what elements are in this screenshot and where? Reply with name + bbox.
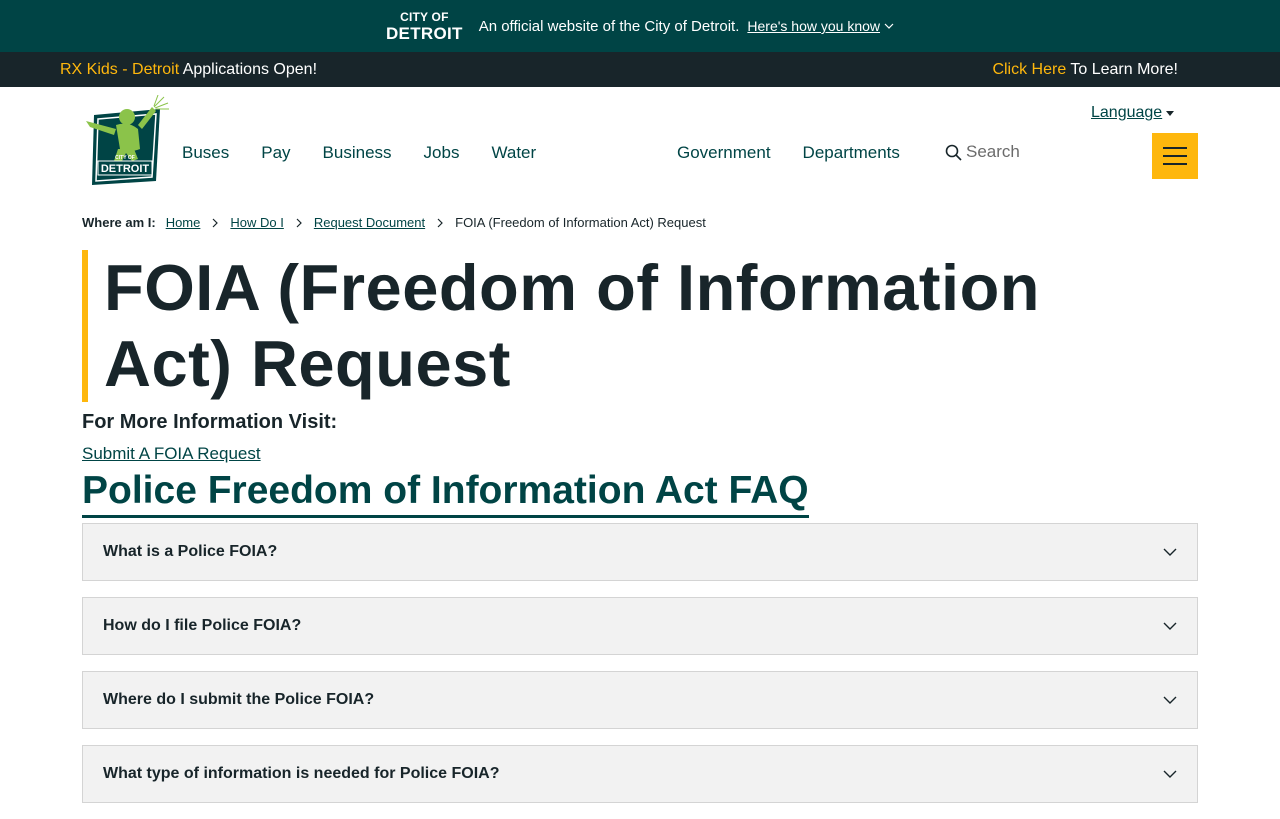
breadcrumb-request-document[interactable]: Request Document [314,215,425,230]
nav-item-business[interactable]: Business [323,143,392,163]
logo-city-of-text: CITY OF [115,155,135,161]
chevron-down-icon [1163,696,1177,704]
search-input[interactable] [966,142,1116,162]
logo-detroit-text: DETROIT [101,163,150,175]
secondary-nav: Government Departments [677,143,932,163]
chevron-right-icon [212,218,219,228]
chevron-down-icon [1163,770,1177,778]
search-icon[interactable] [945,144,962,161]
click-here-highlight: Click Here [992,60,1067,78]
breadcrumb-label: Where am I: [82,215,156,230]
rx-kids-text: Applications Open! [179,60,318,78]
logo-small-text: CITY OF [400,9,449,24]
faq-question: How do I file Police FOIA? [103,617,302,634]
faq-question: What type of information is needed for P… [103,765,500,782]
faq-question: Where do I submit the Police FOIA? [103,691,375,708]
breadcrumb: Where am I: Home How Do I Request Docume… [82,215,706,230]
nav-item-departments[interactable]: Departments [803,143,900,163]
logo-big-text: DETROIT [385,23,463,43]
faq-item[interactable]: What is a Police FOIA? [82,523,1198,581]
page-title-block: FOIA (Freedom of Information Act) Reques… [82,250,1162,402]
how-you-know-label: Here's how you know [747,18,881,34]
announcement-bar: RX Kids - Detroit Applications Open! Cli… [0,52,1280,87]
search-box [945,142,1116,162]
breadcrumb-how-do-i[interactable]: How Do I [230,215,283,230]
chevron-down-icon [1163,622,1177,630]
chevron-right-icon [296,218,302,228]
city-of-detroit-logo[interactable]: CITY OF DETROIT [80,95,170,191]
hamburger-line [1163,163,1187,165]
chevron-right-icon [437,218,443,228]
learn-more-link[interactable]: Click Here To Learn More! [992,61,1178,79]
rx-kids-highlight: RX Kids - Detroit [60,60,180,78]
nav-item-jobs[interactable]: Jobs [424,143,460,163]
breadcrumb-current: FOIA (Freedom of Information Act) Reques… [455,215,706,230]
faq-item[interactable]: How do I file Police FOIA? [82,597,1198,655]
hamburger-line [1163,147,1187,149]
nav-item-water[interactable]: Water [491,143,536,163]
breadcrumb-home[interactable]: Home [166,215,201,230]
nav-item-government[interactable]: Government [677,143,771,163]
rx-kids-announcement[interactable]: RX Kids - Detroit Applications Open! [60,61,317,79]
how-you-know-link[interactable]: Here's how you know [747,18,894,34]
city-logo-mark: CITY OF DETROIT [386,11,463,42]
faq-heading-link[interactable]: Police Freedom of Information Act FAQ [82,467,809,518]
learn-more-text: To Learn More! [1066,60,1178,78]
more-info-heading: For More Information Visit: [82,411,338,433]
faq-item[interactable]: Where do I submit the Police FOIA? [82,671,1198,729]
submit-foia-link[interactable]: Submit A FOIA Request [82,444,261,464]
official-banner: CITY OF DETROIT An official website of t… [0,0,1280,52]
hamburger-line [1163,155,1187,157]
chevron-down-icon [1163,548,1177,556]
caret-down-icon [1166,110,1175,116]
site-header: CITY OF DETROIT Language Buses Pay Busin… [0,87,1280,197]
chevron-down-icon [884,23,894,29]
official-text: An official website of the City of Detro… [478,17,740,35]
nav-item-pay[interactable]: Pay [261,143,290,163]
faq-accordion: What is a Police FOIA? How do I file Pol… [82,523,1198,819]
faq-item[interactable]: What type of information is needed for P… [82,745,1198,803]
page-title: FOIA (Freedom of Information Act) Reques… [104,251,1040,400]
nav-item-buses[interactable]: Buses [182,143,229,163]
faq-question: What is a Police FOIA? [103,543,278,560]
primary-nav: Buses Pay Business Jobs Water [182,143,568,163]
language-label: Language [1091,104,1163,121]
hamburger-menu-button[interactable] [1152,133,1198,179]
language-selector[interactable]: Language [1091,104,1175,122]
